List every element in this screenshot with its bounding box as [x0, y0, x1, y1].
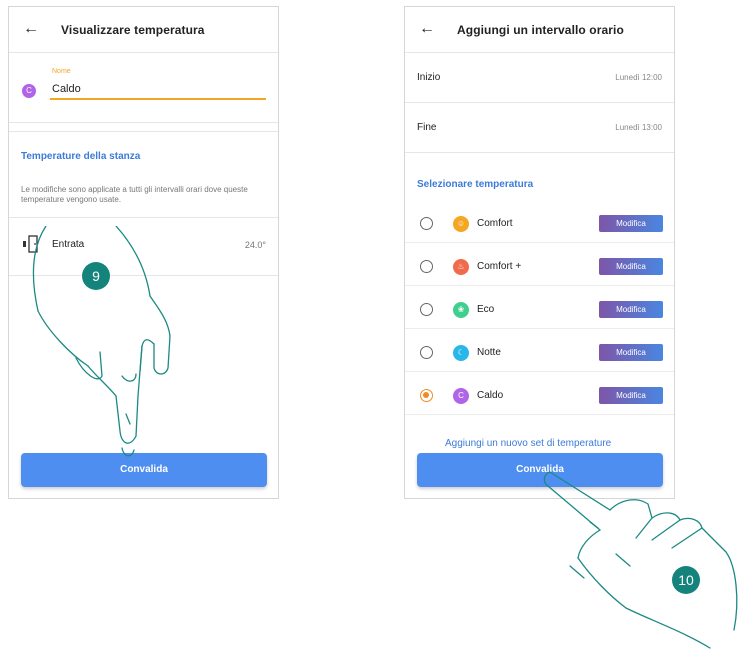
temperature-avatar-icon: C	[22, 84, 36, 98]
divider	[405, 285, 674, 286]
back-arrow-icon[interactable]: ←	[419, 20, 435, 38]
pointing-hand-illustration	[32, 226, 171, 457]
divider	[405, 414, 674, 415]
divider	[405, 328, 674, 329]
end-label: Fine	[417, 122, 437, 133]
night-moon-icon: ☾	[453, 344, 469, 361]
temperature-radio-4[interactable]	[420, 389, 433, 402]
room-temperature-value: 24.0°	[244, 240, 266, 250]
caldo-avatar-icon: C	[453, 387, 469, 404]
comfort-icon: ☺	[453, 215, 469, 232]
back-arrow-icon[interactable]: ←	[23, 20, 39, 38]
pointing-hand-illustration	[543, 471, 738, 649]
temperature-name: Notte	[477, 347, 501, 358]
temperature-radio-0[interactable]	[420, 217, 433, 230]
name-field-label: Nome	[52, 68, 71, 75]
start-label: Inizio	[417, 72, 441, 83]
name-input[interactable]: Caldo	[52, 83, 81, 95]
app-bar: ← Visualizzare temperatura	[9, 7, 278, 53]
eco-leaf-icon: ❀	[453, 301, 469, 318]
comfort-plus-icon: ♨	[453, 258, 469, 275]
info-note: Le modifiche sono applicate a tutti gli …	[21, 185, 248, 204]
divider	[9, 217, 278, 218]
divider	[405, 242, 674, 243]
edit-temperature-button[interactable]: Modifica	[599, 215, 663, 232]
app-bar: ← Aggiungi un intervallo orario	[405, 7, 674, 53]
start-time-row[interactable]: Inizio Lunedì 12:00	[405, 53, 674, 103]
start-value: Lunedì 12:00	[615, 73, 662, 82]
temperature-name: Comfort +	[477, 261, 522, 272]
divider	[9, 131, 278, 132]
temperature-name: Comfort	[477, 218, 513, 229]
edit-temperature-button[interactable]: Modifica	[599, 344, 663, 361]
temperature-radio-3[interactable]	[420, 346, 433, 359]
page-title: Visualizzare temperatura	[61, 23, 205, 37]
add-temperature-set-link[interactable]: Aggiungi un nuovo set di temperature	[445, 438, 611, 449]
temperature-radio-1[interactable]	[420, 260, 433, 273]
temperature-name: Eco	[477, 304, 495, 315]
room-temperatures-title: Temperature della stanza	[21, 151, 141, 162]
temperature-radio-2[interactable]	[420, 303, 433, 316]
select-temperature-title: Selezionare temperatura	[417, 179, 534, 190]
input-underline	[50, 98, 266, 100]
end-value: Lunedì 13:00	[615, 123, 662, 132]
end-time-row[interactable]: Fine Lunedì 13:00	[405, 103, 674, 153]
temperature-name: Caldo	[477, 390, 504, 401]
page-title: Aggiungi un intervallo orario	[457, 23, 624, 37]
edit-temperature-button[interactable]: Modifica	[599, 301, 663, 318]
phone-screen-right: ← Aggiungi un intervallo orario Inizio L…	[404, 6, 675, 499]
divider	[405, 371, 674, 372]
name-field-block: Nome C Caldo	[9, 53, 278, 123]
edit-temperature-button[interactable]: Modifica	[599, 258, 663, 275]
edit-temperature-button[interactable]: Modifica	[599, 387, 663, 404]
